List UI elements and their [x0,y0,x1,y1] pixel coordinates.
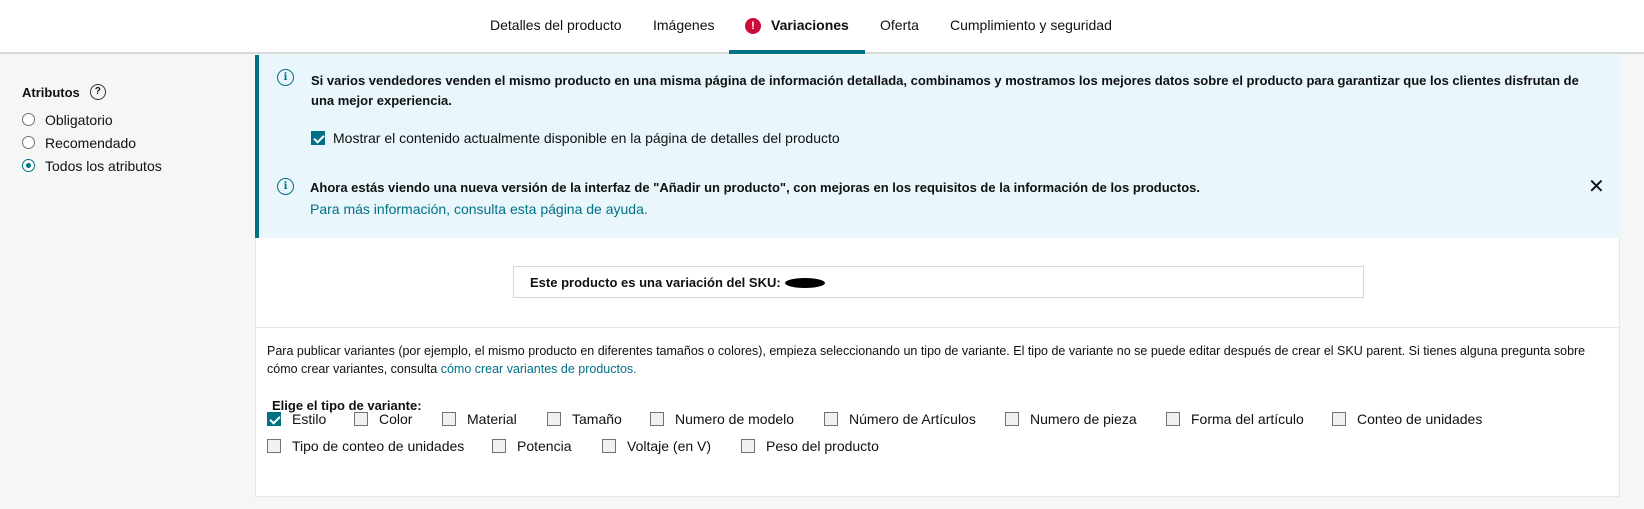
variant-checkbox-size[interactable] [547,412,561,426]
variant-checkbox-part-number[interactable] [1005,412,1019,426]
variant-checkbox-unit-count[interactable] [1332,412,1346,426]
variant-checkbox-unit-count-type[interactable] [267,439,281,453]
variant-label: Estilo [292,411,327,427]
variant-option-size[interactable]: Tamaño [547,409,622,429]
info-icon: i [277,178,294,195]
info-panel: i Si varios vendedores venden el mismo p… [255,55,1620,238]
help-icon[interactable]: ? [89,84,106,100]
variant-label: Peso del producto [766,438,879,454]
radio-recommended[interactable]: Recomendado [22,131,242,154]
variant-checkbox-voltage[interactable] [602,439,616,453]
show-content-checkbox[interactable] [311,131,325,145]
variant-checkbox-power[interactable] [492,439,506,453]
redacted-sku [784,278,825,288]
variant-option-unit-count[interactable]: Conteo de unidades [1332,409,1482,429]
variant-label: Numero de pieza [1030,411,1137,427]
tab-images[interactable]: Imágenes [653,0,714,54]
variant-label: Tipo de conteo de unidades [292,438,465,454]
help-page-link[interactable]: Para más información, consulta esta pági… [310,201,648,217]
variant-checkbox-model-number[interactable] [650,412,664,426]
variant-checkbox-material[interactable] [442,412,456,426]
variation-description: Para publicar variantes (por ejemplo, el… [267,342,1607,378]
info-message-new-interface: Ahora estás viendo una nueva versión de … [310,180,1201,195]
tab-variations-label: Variaciones [771,17,849,33]
variant-label: Numero de modelo [675,411,795,427]
attributes-heading: Atributos ? [22,80,242,104]
variant-checkbox-style[interactable] [267,412,281,426]
attributes-sidebar: Atributos ? Obligatorio Recomendado Todo… [22,80,242,177]
radio-recommended-circle[interactable] [22,136,35,149]
alert-icon: ! [745,18,761,34]
tab-offer[interactable]: Oferta [880,0,919,54]
info-message-merge: Si varios vendedores venden el mismo pro… [311,73,1579,108]
info-icon: i [277,69,294,86]
variant-option-item-shape[interactable]: Forma del artículo [1166,409,1304,429]
radio-all-attributes-circle[interactable] [22,159,35,172]
variant-option-item-count[interactable]: Número de Artículos [824,409,976,429]
sku-label-text: Este producto es una variación del SKU: [530,275,781,290]
variant-option-unit-count-type[interactable]: Tipo de conteo de unidades [267,436,464,456]
radio-recommended-label: Recomendado [45,134,137,151]
variant-option-product-weight[interactable]: Peso del producto [741,436,879,456]
show-content-checkbox-row[interactable]: Mostrar el contenido actualmente disponi… [311,130,840,146]
variant-checkbox-color[interactable] [354,412,368,426]
sku-label: Este producto es una variación del SKU: [530,267,825,299]
create-variants-link[interactable]: cómo crear variantes de productos. [441,362,637,376]
variant-label: Potencia [517,438,572,454]
attributes-title: Atributos [22,84,80,100]
variant-checkbox-item-count[interactable] [824,412,838,426]
tab-compliance[interactable]: Cumplimiento y seguridad [950,0,1112,54]
close-icon[interactable]: ✕ [1588,177,1605,197]
radio-all-attributes[interactable]: Todos los atributos [22,154,242,177]
variant-label: Material [467,411,517,427]
sku-box: Este producto es una variación del SKU: [513,266,1364,298]
radio-all-attributes-label: Todos los atributos [45,157,162,174]
variant-checkbox-item-shape[interactable] [1166,412,1180,426]
variant-label: Conteo de unidades [1357,411,1483,427]
radio-required-circle[interactable] [22,113,35,126]
variant-label: Voltaje (en V) [627,438,712,454]
variant-option-part-number[interactable]: Numero de pieza [1005,409,1137,429]
tab-variations[interactable]: ! Variaciones [729,0,865,54]
tab-product-details[interactable]: Detalles del producto [490,0,622,54]
variant-option-power[interactable]: Potencia [492,436,571,456]
tab-bar: Detalles del producto Imágenes ! Variacio… [0,0,1644,54]
radio-required-label: Obligatorio [45,111,113,128]
variant-option-material[interactable]: Material [442,409,517,429]
variant-option-voltage[interactable]: Voltaje (en V) [602,436,711,456]
show-content-label: Mostrar el contenido actualmente disponi… [333,130,840,146]
variant-option-model-number[interactable]: Numero de modelo [650,409,794,429]
divider [256,327,1619,328]
variant-label: Tamaño [572,411,622,427]
variant-option-color[interactable]: Color [354,409,412,429]
variant-label: Forma del artículo [1191,411,1304,427]
variant-option-style[interactable]: Estilo [267,409,326,429]
variant-checkbox-product-weight[interactable] [741,439,755,453]
variation-card: Este producto es una variación del SKU: … [255,238,1620,497]
radio-required[interactable]: Obligatorio [22,108,242,131]
variant-label: Color [379,411,413,427]
variant-label: Número de Artículos [849,411,976,427]
